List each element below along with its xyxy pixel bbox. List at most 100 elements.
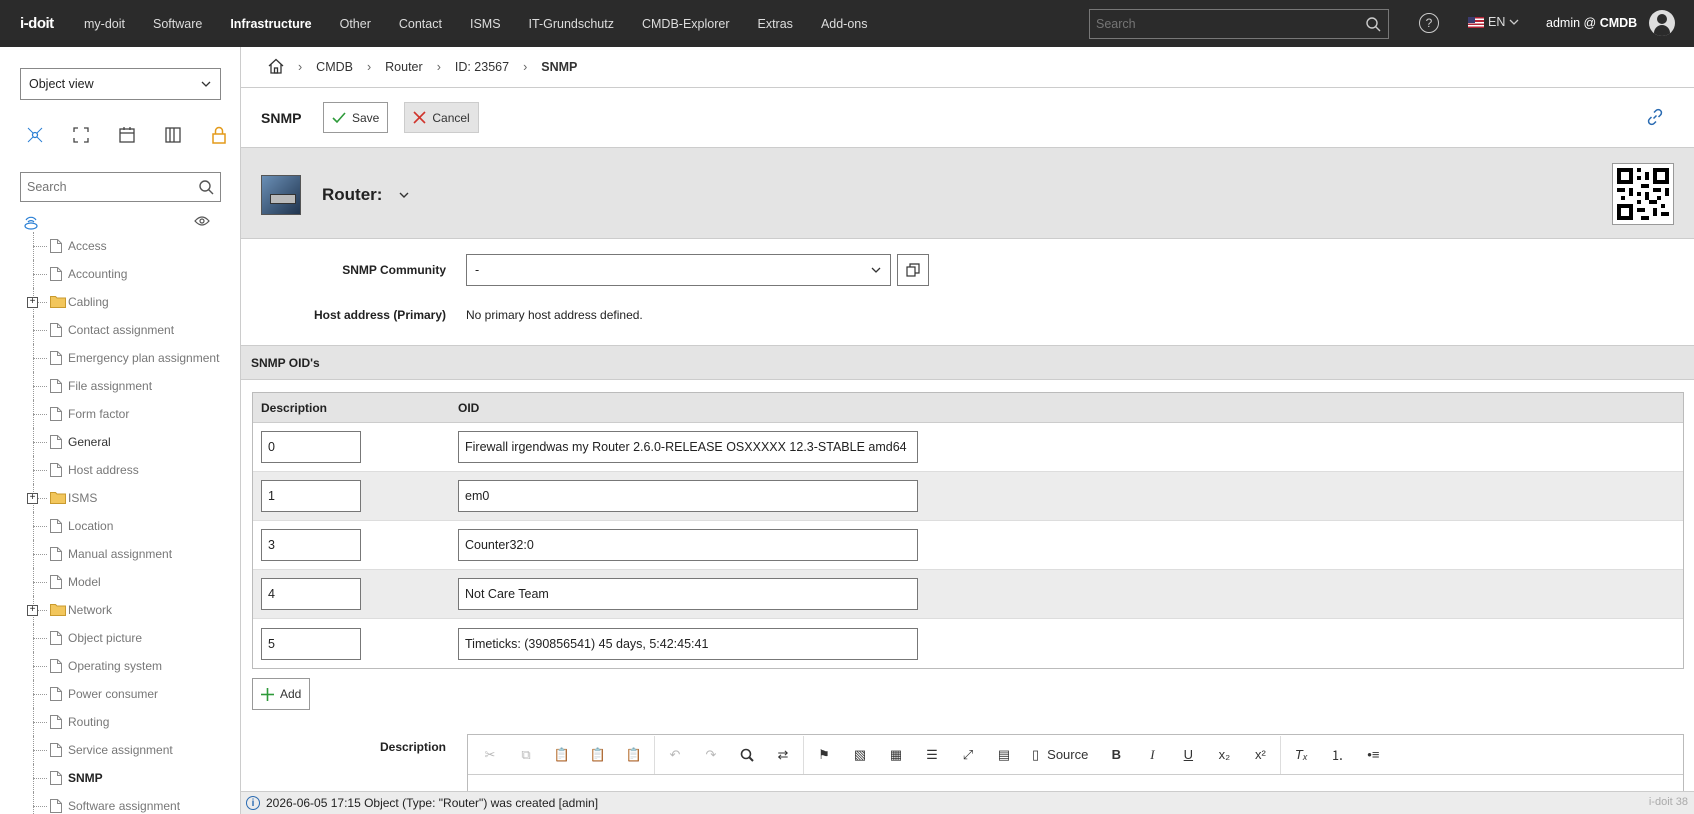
expand-plus-icon[interactable]: + [27, 493, 38, 504]
numbered-list-icon[interactable]: ⒈ [1319, 741, 1355, 769]
oid-value-input[interactable] [458, 529, 918, 561]
sidebar-item-access[interactable]: Access [20, 232, 240, 260]
oid-description-input[interactable] [261, 480, 361, 512]
nav-isms[interactable]: ISMS [456, 0, 515, 47]
horizontal-line-icon[interactable]: ☰ [914, 741, 950, 769]
user-menu[interactable]: admin @ CMDB [1546, 16, 1637, 30]
eye-icon[interactable] [194, 215, 210, 230]
oid-description-input[interactable] [261, 529, 361, 561]
folder-icon [50, 491, 66, 507]
italic-icon[interactable]: I [1134, 741, 1170, 769]
view-select[interactable]: Object view [20, 68, 221, 100]
nav-infrastructure[interactable]: Infrastructure [216, 0, 325, 47]
home-icon[interactable] [268, 58, 284, 77]
remove-format-icon[interactable]: Tₓ [1283, 741, 1319, 769]
sidebar-item-service-assignment[interactable]: Service assignment [20, 736, 240, 764]
paste-icon[interactable]: 📋 [544, 741, 580, 769]
book-icon[interactable] [163, 125, 183, 145]
oid-description-input[interactable] [261, 431, 361, 463]
nav-add-ons[interactable]: Add-ons [807, 0, 882, 47]
sidebar-item-snmp[interactable]: SNMP [20, 764, 240, 792]
avatar[interactable] [1649, 10, 1675, 36]
sidebar-item-model[interactable]: Model [20, 568, 240, 596]
redo-icon[interactable]: ↷ [693, 741, 729, 769]
breadcrumb-object-id[interactable]: ID: 23567 [455, 60, 509, 74]
sidebar-item-host-address[interactable]: Host address [20, 456, 240, 484]
paste-word-icon[interactable]: 📋 [616, 741, 652, 769]
sidebar-item-emergency-plan-assignment[interactable]: Emergency plan assignment [20, 344, 240, 372]
oid-value-input[interactable] [458, 480, 918, 512]
paste-text-icon[interactable]: 📋 [580, 741, 616, 769]
cut-icon[interactable]: ✂ [472, 741, 508, 769]
table-icon[interactable]: ▦ [878, 741, 914, 769]
breadcrumb-router[interactable]: Router [385, 60, 423, 74]
superscript-icon[interactable]: x² [1242, 741, 1278, 769]
bold-icon[interactable]: B [1098, 741, 1134, 769]
add-oid-button[interactable]: Add [252, 678, 311, 710]
sidebar-search-input[interactable] [21, 180, 192, 194]
lock-icon[interactable] [209, 125, 229, 145]
nav-other[interactable]: Other [326, 0, 385, 47]
sidebar-item-routing[interactable]: Routing [20, 708, 240, 736]
image-icon[interactable]: ▧ [842, 741, 878, 769]
maximize-icon[interactable]: ⤢ [950, 741, 986, 769]
search-icon[interactable] [192, 179, 220, 195]
router-type-icon[interactable] [22, 213, 40, 234]
bulleted-list-icon[interactable]: •≡ [1355, 741, 1391, 769]
expand-icon[interactable] [71, 125, 91, 145]
qr-code[interactable] [1612, 163, 1674, 225]
anchor-icon[interactable]: ⚑ [806, 741, 842, 769]
copy-icon[interactable]: ⧉ [508, 741, 544, 769]
oid-value-input[interactable] [458, 431, 918, 463]
sidebar-item-contact-assignment[interactable]: Contact assignment [20, 316, 240, 344]
sidebar-item-isms[interactable]: + ISMS [20, 484, 240, 512]
snmp-community-select[interactable]: - [466, 254, 891, 286]
nav-software[interactable]: Software [139, 0, 216, 47]
nav-it-grundschutz[interactable]: IT-Grundschutz [515, 0, 628, 47]
search-icon[interactable] [1358, 16, 1388, 32]
calendar-icon[interactable] [117, 125, 137, 145]
underline-icon[interactable]: U [1170, 741, 1206, 769]
relations-icon[interactable] [25, 125, 45, 145]
subscript-icon[interactable]: x₂ [1206, 741, 1242, 769]
app-logo[interactable]: i-doit [0, 15, 70, 32]
oid-cell [453, 578, 918, 610]
cancel-button[interactable]: Cancel [404, 102, 479, 133]
expand-plus-icon[interactable]: + [27, 605, 38, 616]
show-blocks-icon[interactable]: ▤ [986, 741, 1022, 769]
nav-my-doit[interactable]: my-doit [70, 0, 139, 47]
sidebar-item-location[interactable]: Location [20, 512, 240, 540]
expand-plus-icon[interactable]: + [27, 297, 38, 308]
sidebar-item-form-factor[interactable]: Form factor [20, 400, 240, 428]
sidebar-item-manual-assignment[interactable]: Manual assignment [20, 540, 240, 568]
sidebar-item-software-assignment[interactable]: Software assignment [20, 792, 240, 814]
language-selector[interactable]: EN [1468, 15, 1520, 29]
copy-button[interactable] [897, 254, 929, 286]
object-title[interactable]: Router: [322, 185, 410, 205]
source-button[interactable]: ▯ Source [1022, 747, 1098, 763]
oid-description-input[interactable] [261, 578, 361, 610]
oid-description-input[interactable] [261, 627, 361, 660]
breadcrumb-cmdb[interactable]: CMDB [316, 60, 353, 74]
nav-contact[interactable]: Contact [385, 0, 456, 47]
oid-table: Description OID [252, 392, 1684, 669]
sidebar-item-object-picture[interactable]: Object picture [20, 624, 240, 652]
link-icon[interactable] [1646, 108, 1664, 129]
nav-cmdb-explorer[interactable]: CMDB-Explorer [628, 0, 744, 47]
sidebar-item-general[interactable]: General [20, 428, 240, 456]
undo-icon[interactable]: ↶ [657, 741, 693, 769]
sidebar-item-accounting[interactable]: Accounting [20, 260, 240, 288]
nav-extras[interactable]: Extras [744, 0, 807, 47]
sidebar-item-operating-system[interactable]: Operating system [20, 652, 240, 680]
sidebar-item-network[interactable]: + Network [20, 596, 240, 624]
find-icon[interactable] [729, 741, 765, 769]
help-icon[interactable]: ? [1419, 13, 1439, 33]
oid-value-input[interactable] [458, 627, 918, 660]
oid-value-input[interactable] [458, 578, 918, 610]
sidebar-item-file-assignment[interactable]: File assignment [20, 372, 240, 400]
save-button[interactable]: Save [323, 102, 389, 133]
sidebar-item-cabling[interactable]: + Cabling [20, 288, 240, 316]
global-search-input[interactable] [1090, 17, 1358, 31]
sidebar-item-power-consumer[interactable]: Power consumer [20, 680, 240, 708]
replace-icon[interactable]: ⇄ [765, 741, 801, 769]
